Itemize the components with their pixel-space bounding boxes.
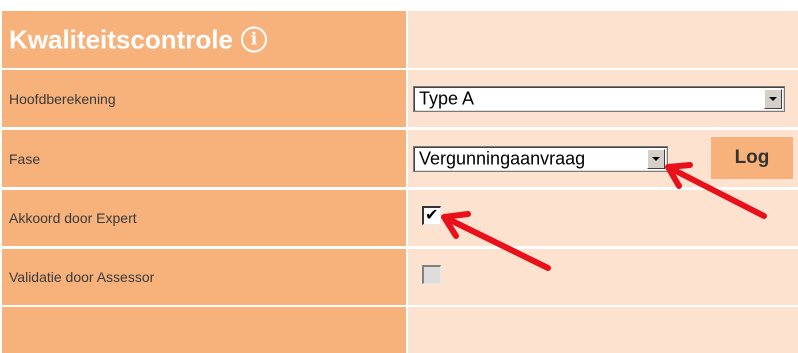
empty-footer-row <box>0 307 798 353</box>
log-button[interactable]: Log <box>711 137 793 179</box>
fase-label: Fase <box>9 150 41 167</box>
row-label-cell: Validatie door Assessor <box>2 249 406 305</box>
panel-title: Kwaliteitscontrole i <box>9 24 267 55</box>
checkmark-icon: ✔ <box>425 205 439 224</box>
row-label-cell: Hoofdberekening <box>2 70 406 127</box>
hoofdberekening-selected-value: Type A <box>419 88 475 109</box>
row-label-cell <box>2 307 406 353</box>
row-akkoord-door-expert: Akkoord door Expert <box>0 190 798 246</box>
panel-title-text: Kwaliteitscontrole <box>9 24 233 54</box>
hoofdberekening-label: Hoofdberekening <box>9 90 116 107</box>
row-label-cell: Akkoord door Expert <box>2 190 406 246</box>
info-icon[interactable]: i <box>240 26 267 53</box>
validatie-door-assessor-label: Validatie door Assessor <box>9 269 155 285</box>
quality-control-panel: Kwaliteitscontrole i Hoofdberekening Typ… <box>0 0 798 353</box>
row-value-cell <box>408 249 798 305</box>
header-value-cell <box>408 11 798 68</box>
row-value-cell <box>408 307 798 353</box>
akkoord-door-expert-label: Akkoord door Expert <box>9 210 137 226</box>
row-validatie-door-assessor: Validatie door Assessor <box>0 249 798 305</box>
header-row: Kwaliteitscontrole i <box>0 11 798 68</box>
hoofdberekening-select[interactable]: Type A <box>413 86 785 112</box>
row-fase: Fase <box>0 130 798 187</box>
header-cell: Kwaliteitscontrole i <box>2 11 406 68</box>
chevron-down-icon[interactable] <box>764 89 782 109</box>
akkoord-door-expert-checkbox[interactable]: ✔ <box>422 205 441 225</box>
row-value-cell <box>408 190 798 246</box>
fase-selected-value: Vergunningaanvraag <box>419 148 586 169</box>
row-label-cell: Fase <box>2 130 406 187</box>
chevron-down-icon[interactable] <box>647 149 665 169</box>
validatie-door-assessor-checkbox <box>422 265 441 284</box>
fase-select[interactable]: Vergunningaanvraag <box>413 146 668 172</box>
